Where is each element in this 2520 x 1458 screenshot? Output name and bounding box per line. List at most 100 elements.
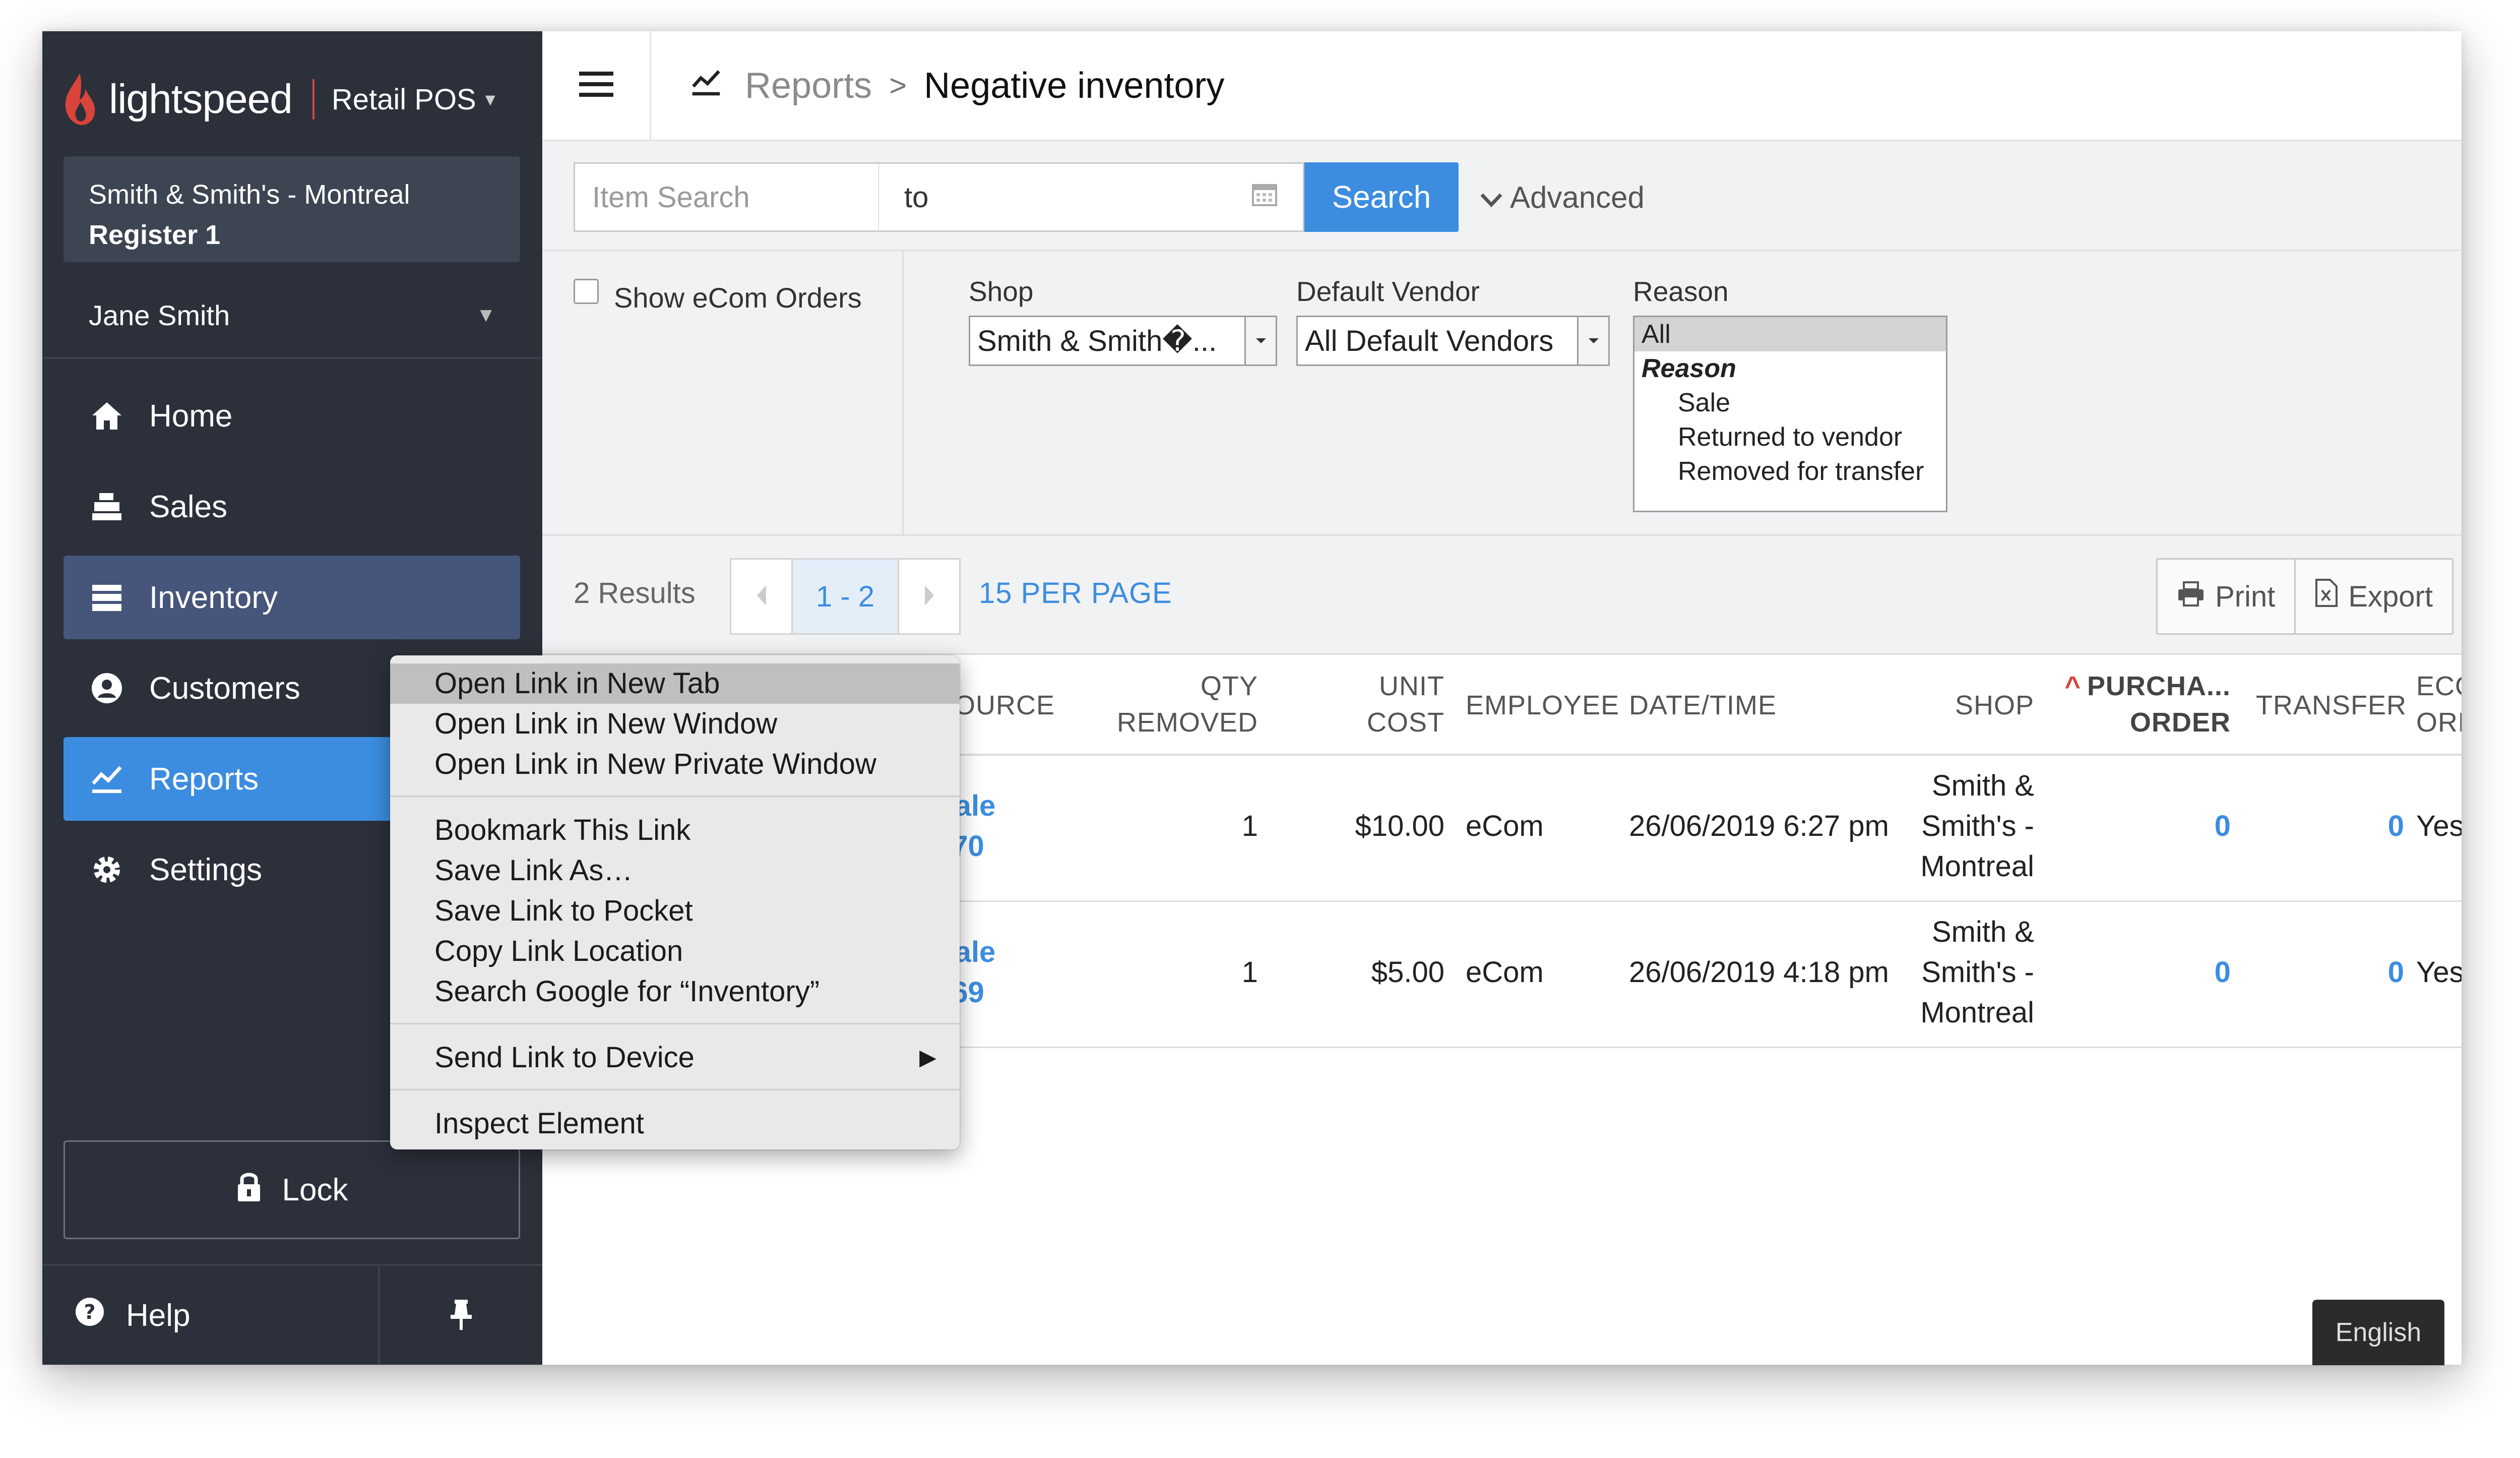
menu-separator <box>390 796 960 797</box>
vendor-label: Default Vendor <box>1296 276 1480 307</box>
next-page-button[interactable] <box>898 560 959 633</box>
shop-select-value: Smith & Smith�... <box>977 325 1217 357</box>
ctx-bookmark-link[interactable]: Bookmark This Link <box>390 810 960 850</box>
brand[interactable]: lightspeed Retail POS ▾ <box>62 51 495 147</box>
reason-option-sale[interactable]: Sale <box>1634 386 1946 420</box>
menu-separator <box>390 1089 960 1090</box>
ctx-save-link-as[interactable]: Save Link As… <box>390 850 960 891</box>
dropdown-arrow-icon <box>1244 317 1276 364</box>
filters-panel: Show eCom Orders Shop Smith & Smith�... … <box>542 251 2462 536</box>
purchase-order-link[interactable]: 0 <box>2054 806 2231 846</box>
filter-divider <box>902 251 904 534</box>
ctx-save-to-pocket[interactable]: Save Link to Pocket <box>390 891 960 931</box>
home-icon <box>88 397 126 435</box>
vendor-select[interactable]: All Default Vendors <box>1296 316 1610 366</box>
prev-page-button[interactable] <box>731 560 793 633</box>
ctx-search-google[interactable]: Search Google for “Inventory” <box>390 971 960 1012</box>
calendar-icon[interactable] <box>1251 180 1278 214</box>
col-shop[interactable]: SHOP <box>1853 687 2034 723</box>
ecom-order: Yes <box>2416 956 2462 989</box>
breadcrumb: Reports > Negative inventory <box>690 65 1224 106</box>
col-transfer[interactable]: TRANSFER <box>2256 687 2407 723</box>
pin-button[interactable] <box>380 1298 542 1333</box>
nav-label-customers: Customers <box>149 671 300 706</box>
col-po-line2: ORDER <box>2129 707 2231 738</box>
help-button[interactable]: ? Help <box>42 1266 380 1365</box>
item-search-input[interactable] <box>574 162 880 232</box>
shop-line1: Smith & <box>1931 916 2034 948</box>
search-button[interactable]: Search <box>1304 162 1459 232</box>
lock-label: Lock <box>282 1172 348 1207</box>
col-purchase-order[interactable]: ^ PURCHA... ORDER <box>2054 668 2231 741</box>
checkbox-box[interactable] <box>574 278 599 304</box>
page-title: Negative inventory <box>924 65 1225 106</box>
register-selector[interactable]: Smith & Smith's - Montreal Register 1 <box>64 156 520 262</box>
lock-button[interactable]: Lock <box>64 1140 520 1239</box>
chart-icon <box>690 65 722 106</box>
ecom-order: Yes <box>2416 810 2462 842</box>
print-button[interactable]: Print <box>2158 560 2294 633</box>
app-window: lightspeed Retail POS ▾ Smith & Smith's … <box>42 31 2462 1365</box>
purchase-order-link[interactable]: 0 <box>2054 952 2231 993</box>
reason-option-returned[interactable]: Returned to vendor <box>1634 420 1946 454</box>
gear-icon <box>88 850 126 889</box>
inventory-icon <box>88 578 126 617</box>
page-range[interactable]: 1 - 2 <box>793 560 898 633</box>
col-employee[interactable]: EMPLOYEE <box>1466 687 1619 723</box>
per-page-selector[interactable]: 15 PER PAGE <box>979 576 1172 610</box>
shop-name: Smith & Smith's - Montreal <box>1853 912 2034 1033</box>
show-ecom-label: Show eCom Orders <box>614 282 862 314</box>
export-button[interactable]: Export <box>2294 560 2452 633</box>
context-menu: Open Link in New Tab Open Link in New Wi… <box>390 655 960 1149</box>
reason-group-label: Reason <box>1642 354 1736 383</box>
col-unit-cost[interactable]: UNIT COST <box>1298 668 1444 741</box>
ctx-open-new-tab[interactable]: Open Link in New Tab <box>390 663 960 704</box>
unit-cost: $5.00 <box>1371 956 1444 989</box>
search-bar: to Search Advanced <box>542 141 2462 251</box>
help-label: Help <box>126 1298 191 1333</box>
breadcrumb-reports[interactable]: Reports <box>745 65 872 106</box>
menu-toggle-button[interactable] <box>542 31 651 140</box>
transfer-link[interactable]: 0 <box>2256 952 2404 993</box>
ctx-inspect-element[interactable]: Inspect Element <box>390 1104 960 1144</box>
date-range-input[interactable]: to <box>879 162 1304 232</box>
col-qty-line1: QTY <box>1200 671 1258 701</box>
language-selector[interactable]: English <box>2312 1300 2444 1365</box>
ctx-send-to-device[interactable]: Send Link to Device ▶ <box>390 1038 960 1078</box>
dropdown-arrow-icon <box>1577 317 1608 364</box>
nav-item-inventory[interactable]: Inventory <box>64 556 520 639</box>
chart-icon <box>88 760 126 798</box>
menu-separator <box>390 1023 960 1024</box>
col-ecom-order[interactable]: ECOM ORDER <box>2416 668 2462 741</box>
date-to-text: to <box>904 180 929 214</box>
unit-cost: $10.00 <box>1355 810 1444 842</box>
chevron-right-icon <box>923 584 936 609</box>
register-icon <box>88 488 126 526</box>
nav-item-sales[interactable]: Sales <box>64 465 520 549</box>
user-menu[interactable]: Jane Smith ▼ <box>42 273 542 359</box>
submenu-arrow-icon: ▶ <box>919 1045 936 1070</box>
shop-select[interactable]: Smith & Smith�... <box>969 316 1277 366</box>
col-datetime[interactable]: DATE/TIME <box>1629 687 1777 723</box>
ctx-open-new-window[interactable]: Open Link in New Window <box>390 704 960 744</box>
reason-option-removed[interactable]: Removed for transfer <box>1634 454 1946 489</box>
advanced-label: Advanced <box>1510 180 1645 214</box>
nav-label-inventory: Inventory <box>149 580 278 615</box>
ctx-open-private-window[interactable]: Open Link in New Private Window <box>390 744 960 784</box>
advanced-toggle[interactable]: Advanced <box>1480 162 1645 232</box>
export-label: Export <box>2348 580 2433 613</box>
hamburger-icon <box>579 71 613 100</box>
reason-option-all[interactable]: All <box>1634 317 1946 351</box>
sidebar-footer: ? Help <box>42 1264 542 1365</box>
nav-label-home: Home <box>149 398 233 434</box>
brand-separator <box>312 79 314 119</box>
nav-item-home[interactable]: Home <box>64 374 520 458</box>
transfer-link[interactable]: 0 <box>2256 806 2404 846</box>
reason-listbox[interactable]: All Reason Sale Returned to vendor Remov… <box>1633 316 1947 512</box>
col-qty[interactable]: QTY REMOVED <box>1046 668 1258 741</box>
ctx-copy-link-location[interactable]: Copy Link Location <box>390 931 960 971</box>
show-ecom-checkbox[interactable]: Show eCom Orders <box>574 278 862 314</box>
register-name: Register 1 <box>89 220 221 250</box>
reason-label: Reason <box>1633 276 1729 307</box>
employee: eCom <box>1466 956 1544 989</box>
